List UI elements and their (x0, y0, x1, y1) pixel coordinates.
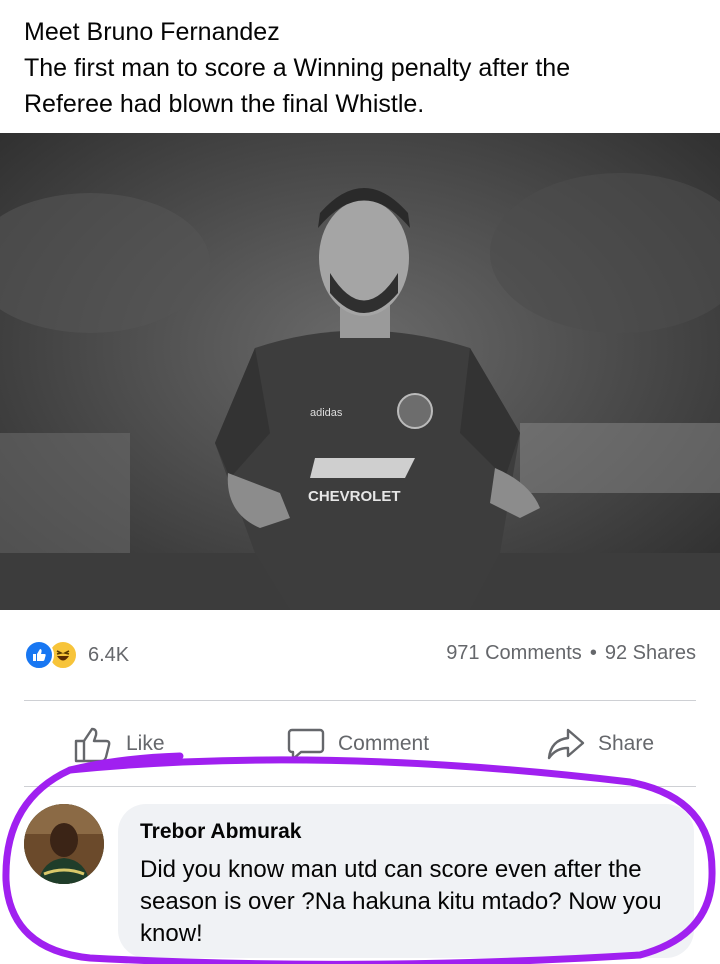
comment-bubble[interactable]: Trebor Abmurak Did you know man utd can … (118, 804, 694, 958)
jersey-brand: adidas (310, 407, 343, 419)
shares-count[interactable]: 92 Shares (605, 642, 696, 664)
reaction-count: 6.4K (88, 643, 130, 666)
reactions-summary[interactable]: 6.4K (24, 640, 129, 670)
post-photo[interactable]: adidas CHEVROLET (0, 133, 720, 610)
share-button[interactable]: Share (546, 712, 654, 776)
comment-icon (287, 728, 325, 761)
post-text-line: Meet Bruno Fernandez (24, 18, 280, 46)
post-text-line: Referee had blown the final Whistle. (24, 90, 425, 118)
like-icon (24, 640, 54, 670)
post-text-line: The first man to score a Winning penalty… (24, 54, 571, 82)
share-label: Share (598, 732, 655, 755)
avatar[interactable] (24, 804, 104, 884)
like-button[interactable]: Like (72, 712, 165, 776)
thumbs-up-icon (74, 727, 111, 763)
like-label: Like (126, 732, 165, 755)
comment-author[interactable]: Trebor Abmurak (140, 820, 301, 844)
post-text: Meet Bruno Fernandez The first man to sc… (24, 14, 704, 122)
comment-button[interactable]: Comment (286, 712, 429, 776)
jersey-sponsor: CHEVROLET (308, 488, 401, 505)
comment: Trebor Abmurak Did you know man utd can … (22, 802, 702, 962)
divider (24, 700, 696, 701)
separator-dot: • (589, 642, 597, 664)
post-stats: 6.4K 971 Comments • 92 Shares (24, 636, 696, 676)
engagement-counts: 971 Comments • 92 Shares (446, 642, 696, 665)
share-icon (547, 728, 585, 760)
comment-text: Did you know man utd can score even afte… (140, 856, 662, 947)
comment-label: Comment (338, 732, 430, 755)
action-bar: Like Comment Share (0, 712, 720, 776)
comments-count[interactable]: 971 Comments (446, 642, 582, 664)
divider (24, 786, 696, 787)
